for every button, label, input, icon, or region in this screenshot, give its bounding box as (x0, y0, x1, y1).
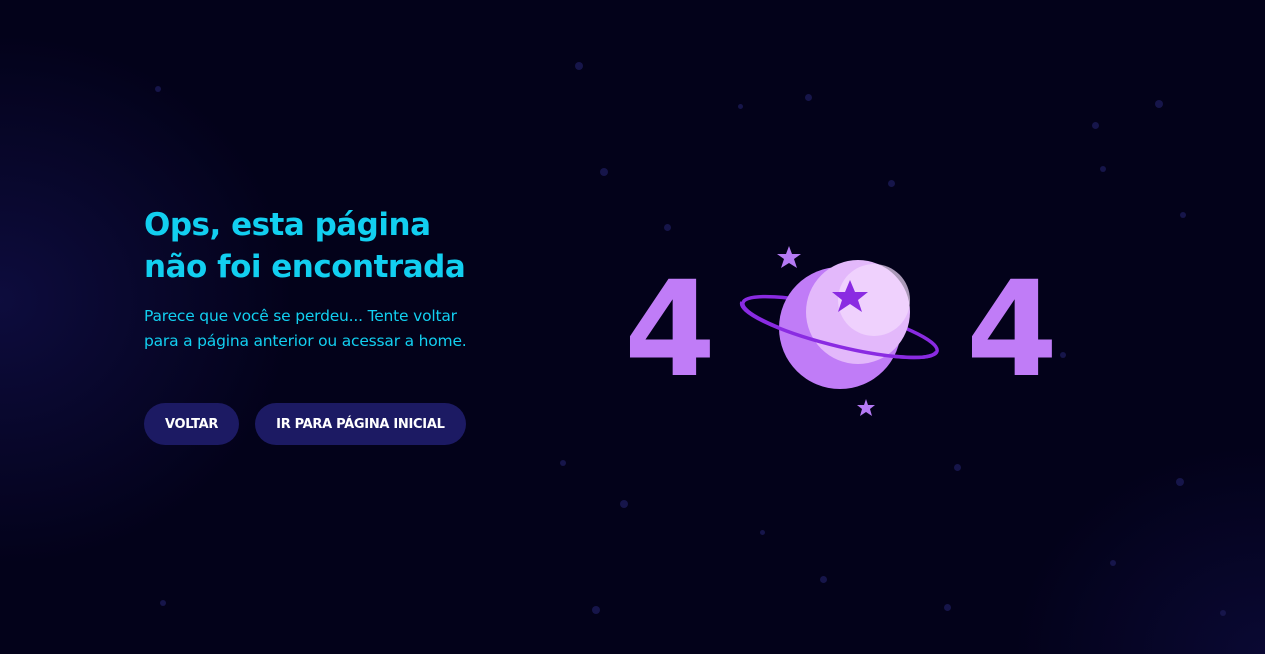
404-illustration: 4 4 (624, 246, 1058, 416)
star-icon (857, 399, 875, 416)
page-title: Ops, esta página não foi encontrada (144, 204, 524, 288)
left-digit: 4 (624, 253, 716, 407)
page-description-line-2: para a página anterior ou acessar a home… (144, 332, 467, 350)
home-button[interactable]: IR PARA PÁGINA INICIAL (255, 403, 466, 445)
star-icon (777, 246, 801, 268)
page-title-line-1: Ops, esta página (144, 207, 431, 243)
action-buttons: VOLTAR IR PARA PÁGINA INICIAL (144, 403, 524, 445)
planet-with-ring-icon (739, 260, 939, 389)
page-description: Parece que você se perdeu... Tente volta… (144, 304, 524, 354)
back-button[interactable]: VOLTAR (144, 403, 240, 445)
page-title-line-2: não foi encontrada (144, 249, 466, 285)
page-description-line-1: Parece que você se perdeu... Tente volta… (144, 307, 457, 325)
right-digit: 4 (966, 253, 1058, 407)
message-panel: Ops, esta página não foi encontrada Pare… (144, 204, 524, 445)
not-found-page: Ops, esta página não foi encontrada Pare… (0, 0, 1265, 654)
